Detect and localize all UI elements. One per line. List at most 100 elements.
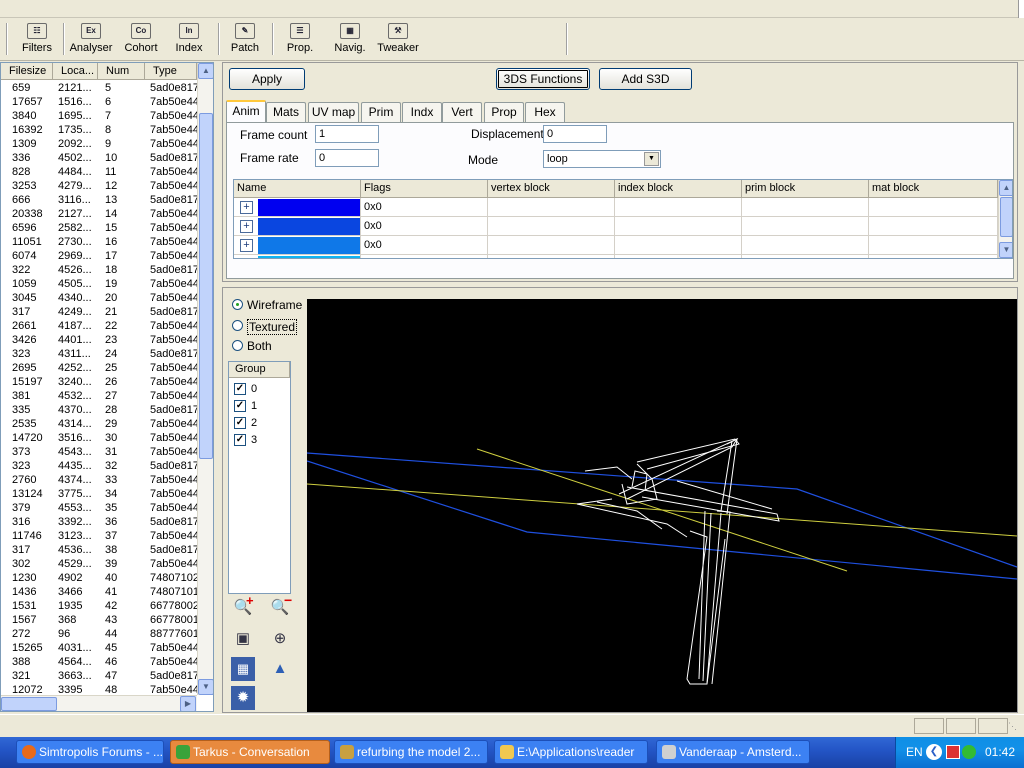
table-row[interactable]: 379 4553... 35 7ab50e44 — [1, 501, 197, 515]
center-view-icon[interactable]: ⊕ — [268, 627, 292, 651]
tab-anim[interactable]: Anim — [226, 100, 266, 123]
tab-hex[interactable]: Hex — [525, 102, 565, 122]
task-explorer-reader[interactable]: E:\Applications\reader — [494, 740, 648, 764]
patch-button[interactable]: ✎ Patch — [226, 21, 264, 57]
tray-app-icon[interactable] — [946, 745, 960, 759]
table-row[interactable]: 3253 4279... 12 7ab50e44 — [1, 179, 197, 193]
column-header-num[interactable]: Num — [98, 63, 145, 80]
both-label[interactable]: Both — [247, 339, 272, 353]
file-list[interactable]: Filesize Loca... Num Type 659 2121... 5 5ad… — [0, 62, 214, 712]
grid-header-prim-block[interactable]: prim block — [742, 180, 869, 198]
both-radio[interactable] — [232, 340, 243, 351]
grid-scrollbar-thumb[interactable] — [1000, 197, 1012, 237]
table-row[interactable]: 17657 1516... 6 7ab50e44 — [1, 95, 197, 109]
table-row[interactable]: 317 4536... 38 5ad0e817 — [1, 543, 197, 557]
group-2-checkbox[interactable]: ✓ — [234, 417, 246, 429]
frame-count-input[interactable]: 1 — [315, 125, 379, 143]
tab-indx[interactable]: Indx — [402, 102, 442, 122]
chevron-left-icon[interactable]: ❮ — [926, 744, 942, 760]
textured-radio[interactable] — [232, 320, 243, 331]
file-list-horizontal-scrollbar[interactable]: ▶ — [1, 695, 197, 711]
grid-header-name[interactable]: Name — [234, 180, 361, 198]
language-indicator[interactable]: EN — [906, 745, 923, 759]
table-row[interactable]: 1567 368 43 66778001 — [1, 613, 197, 627]
table-row[interactable]: 1436 3466 41 74807101 — [1, 585, 197, 599]
table-row[interactable]: 1309 2092... 9 7ab50e44 — [1, 137, 197, 151]
group-header[interactable]: Group — [229, 362, 290, 378]
column-header-filesize[interactable]: Filesize — [1, 63, 53, 80]
table-row[interactable]: 3426 4401... 23 7ab50e44 — [1, 333, 197, 347]
table-row[interactable]: 2760 4374... 33 7ab50e44 — [1, 473, 197, 487]
displacement-input[interactable]: 0 — [543, 125, 607, 143]
expand-icon[interactable]: + — [240, 239, 253, 252]
group-3-checkbox[interactable]: ✓ — [234, 434, 246, 446]
table-row[interactable]: 1531 1935 42 66778002 — [1, 599, 197, 613]
zoom-out-icon[interactable]: 🔍 − — [268, 592, 293, 620]
task-refurbing-model[interactable]: refurbing the model 2... — [334, 740, 488, 764]
chevron-down-icon[interactable]: ▼ — [644, 152, 659, 166]
grid-header-flags[interactable]: Flags — [361, 180, 488, 198]
expand-icon[interactable]: + — [240, 258, 253, 259]
tab-mats[interactable]: Mats — [266, 102, 306, 122]
grid-header-index-block[interactable]: index block — [615, 180, 742, 198]
expand-icon[interactable]: + — [240, 220, 253, 233]
resize-grip-icon[interactable]: ⋱ — [1008, 721, 1020, 733]
table-row[interactable]: 323 4311... 24 5ad0e817 — [1, 347, 197, 361]
mode-select[interactable]: loop ▼ — [543, 150, 661, 168]
grid-scroll-up-icon[interactable]: ▲ — [999, 180, 1012, 196]
table-row[interactable]: 317 4249... 21 5ad0e817 — [1, 305, 197, 319]
properties-button[interactable]: ☰ Prop. — [280, 21, 320, 57]
scroll-up-icon[interactable]: ▲ — [198, 63, 213, 79]
wireframe-radio[interactable] — [232, 299, 243, 310]
task-tarkus-conversation[interactable]: Tarkus - Conversation — [170, 740, 330, 764]
grid-row[interactable]: +0x0 — [234, 255, 998, 259]
group-list[interactable]: Group ✓ 0 ✓ 1 ✓ 2 ✓ 3 — [228, 361, 291, 594]
table-row[interactable]: 321 3663... 47 5ad0e817 — [1, 669, 197, 683]
lighting-icon[interactable]: ✹ — [231, 686, 255, 710]
table-row[interactable]: 2695 4252... 25 7ab50e44 — [1, 361, 197, 375]
grid-header-mat-block[interactable]: mat block — [869, 180, 998, 198]
table-row[interactable]: 11051 2730... 16 7ab50e44 — [1, 235, 197, 249]
task-vanderaap[interactable]: Vanderaap - Amsterd... — [656, 740, 810, 764]
column-header-location[interactable]: Loca... — [53, 63, 98, 80]
3d-viewport[interactable] — [307, 299, 1017, 712]
grid-scroll-down-icon[interactable]: ▼ — [999, 242, 1012, 258]
table-row[interactable]: 13124 3775... 34 7ab50e44 — [1, 487, 197, 501]
frame-rate-input[interactable]: 0 — [315, 149, 379, 167]
add-s3d-button[interactable]: Add S3D — [599, 68, 692, 90]
table-row[interactable]: 388 4564... 46 7ab50e44 — [1, 655, 197, 669]
table-row[interactable]: 2535 4314... 29 7ab50e44 — [1, 417, 197, 431]
wireframe-label[interactable]: Wireframe — [247, 298, 302, 312]
filters-button[interactable]: ☷ Filters — [14, 21, 60, 57]
table-row[interactable]: 3045 4340... 20 7ab50e44 — [1, 291, 197, 305]
messenger-status-icon[interactable] — [962, 745, 976, 759]
clock[interactable]: 01:42 — [985, 745, 1015, 759]
table-row[interactable]: 15197 3240... 26 7ab50e44 — [1, 375, 197, 389]
table-row[interactable]: 11746 3123... 37 7ab50e44 — [1, 529, 197, 543]
tab-uv-map[interactable]: UV map — [308, 102, 359, 122]
table-row[interactable]: 1059 4505... 19 7ab50e44 — [1, 277, 197, 291]
tab-prim[interactable]: Prim — [361, 102, 401, 122]
table-row[interactable]: 302 4529... 39 7ab50e44 — [1, 557, 197, 571]
tab-vert[interactable]: Vert — [442, 102, 482, 122]
index-button[interactable]: In Index — [168, 21, 210, 57]
table-row[interactable]: 16392 1735... 8 7ab50e44 — [1, 123, 197, 137]
perspective-icon[interactable]: ▲ — [268, 657, 292, 681]
scroll-down-icon[interactable]: ▼ — [198, 679, 213, 695]
fit-view-icon[interactable]: ▣ — [231, 627, 255, 651]
table-row[interactable]: 272 96 44 88777601 — [1, 627, 197, 641]
textured-label[interactable]: Textured — [247, 319, 298, 335]
table-row[interactable]: 316 3392... 36 5ad0e817 — [1, 515, 197, 529]
grid-header-vertex-block[interactable]: vertex block — [488, 180, 615, 198]
task-simtropolis-forums[interactable]: Simtropolis Forums - ... — [16, 740, 164, 764]
table-row[interactable]: 1230 4902 40 74807102 — [1, 571, 197, 585]
column-header-type[interactable]: Type — [145, 63, 197, 80]
scrollbar-thumb[interactable] — [199, 113, 213, 459]
grid-row[interactable]: +0x0 — [234, 198, 998, 217]
table-row[interactable]: 20338 2127... 14 7ab50e44 — [1, 207, 197, 221]
table-row[interactable]: 14720 3516... 30 7ab50e44 — [1, 431, 197, 445]
table-row[interactable]: 323 4435... 32 5ad0e817 — [1, 459, 197, 473]
table-row[interactable]: 6074 2969... 17 7ab50e44 — [1, 249, 197, 263]
scroll-right-icon[interactable]: ▶ — [180, 696, 196, 711]
table-row[interactable]: 828 4484... 11 7ab50e44 — [1, 165, 197, 179]
